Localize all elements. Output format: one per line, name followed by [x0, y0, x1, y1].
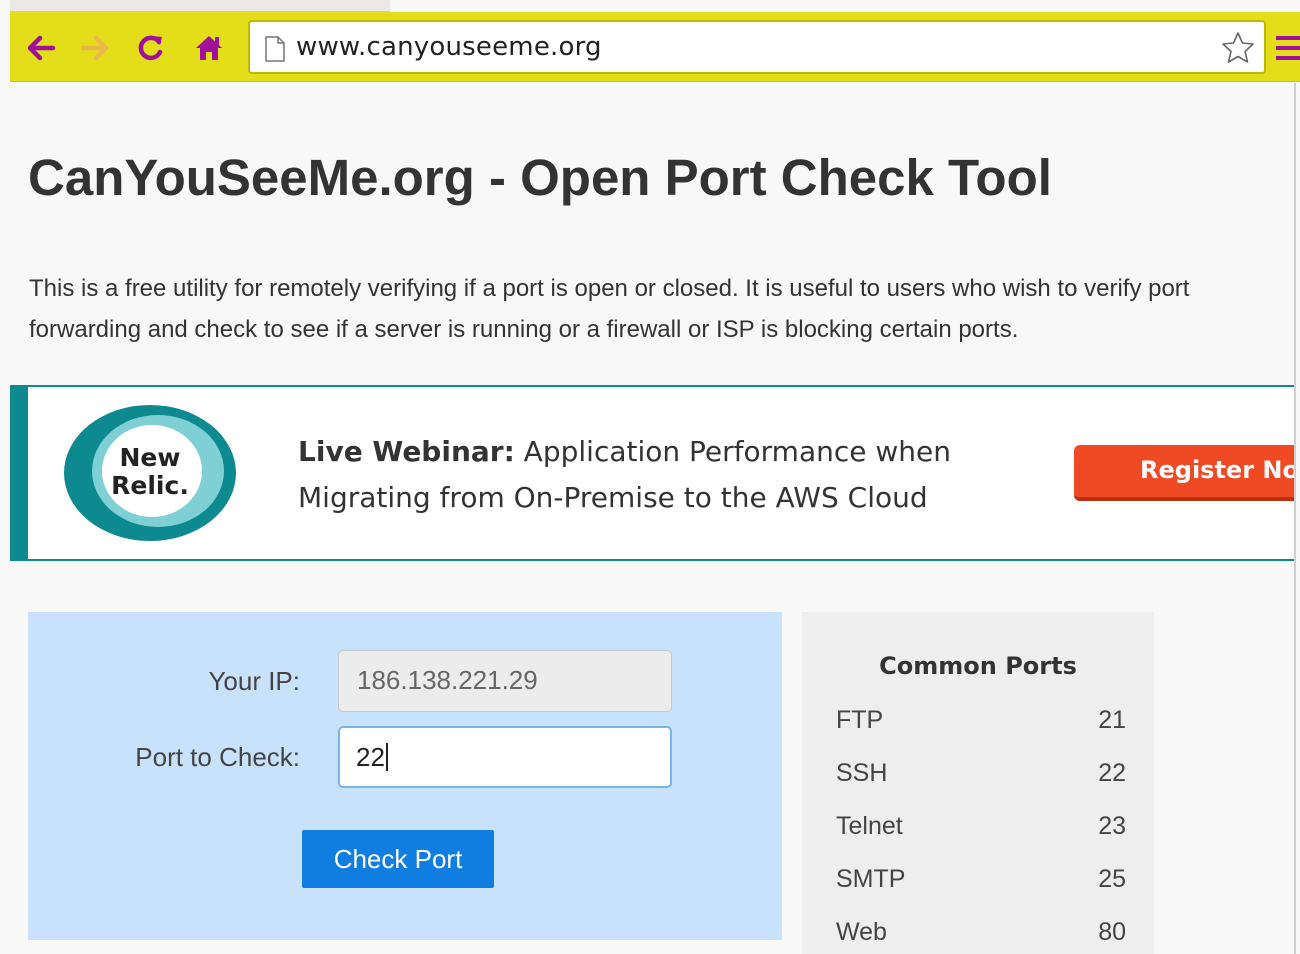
- logo-text-line-2: Relic.: [111, 471, 189, 500]
- bookmark-star-icon[interactable]: [1220, 30, 1256, 66]
- reload-button[interactable]: [134, 32, 168, 64]
- port-row-smtp[interactable]: SMTP 25: [836, 865, 1126, 905]
- port-row-ftp[interactable]: FTP 21: [836, 706, 1126, 746]
- browser-toolbar: www.canyouseeme.org: [10, 12, 1300, 82]
- window-edge: [1294, 83, 1296, 954]
- port-number: 23: [1098, 812, 1126, 840]
- intro-line-2: forwarding and check to see if a server …: [29, 316, 1019, 343]
- back-icon: [27, 35, 56, 61]
- port-row-ssh[interactable]: SSH 22: [836, 759, 1126, 799]
- port-number: 21: [1098, 706, 1126, 734]
- port-name: Telnet: [836, 812, 903, 840]
- back-button[interactable]: [24, 32, 58, 64]
- menu-icon: [1276, 36, 1300, 60]
- port-check-form: Your IP: 186.138.221.29 Port to Check: 2…: [28, 612, 782, 940]
- common-ports-title: Common Ports: [879, 652, 1077, 680]
- intro-line-1: This is a free utility for remotely veri…: [29, 275, 1190, 302]
- url-text: www.canyouseeme.org: [296, 32, 602, 62]
- advertisement-banner[interactable]: New Relic. Live Webinar: Application Per…: [10, 385, 1294, 561]
- home-button[interactable]: [192, 32, 226, 64]
- port-number: 80: [1098, 918, 1126, 946]
- intro-text: This is a free utility for remotely veri…: [29, 268, 1293, 350]
- ip-label: Your IP:: [208, 666, 300, 696]
- port-row-telnet[interactable]: Telnet 23: [836, 812, 1126, 852]
- home-icon: [196, 36, 222, 60]
- ad-headline-rest: Application Performance when: [514, 435, 951, 468]
- forward-button[interactable]: [78, 32, 112, 64]
- logo-text-line-1: New: [120, 443, 181, 472]
- tab-strip: [0, 0, 1300, 12]
- common-ports-panel: Common Ports FTP 21 SSH 22 Telnet 23 SMT…: [802, 612, 1154, 954]
- ad-headline: Live Webinar: Application Performance wh…: [298, 429, 1018, 521]
- check-port-button[interactable]: Check Port: [302, 830, 494, 888]
- port-row-web[interactable]: Web 80: [836, 918, 1126, 954]
- port-name: SSH: [836, 759, 888, 787]
- text-caret: [385, 743, 388, 771]
- ip-field[interactable]: 186.138.221.29: [338, 650, 672, 712]
- forward-icon: [80, 35, 109, 61]
- page-icon: [265, 36, 285, 62]
- address-bar[interactable]: www.canyouseeme.org: [248, 20, 1266, 74]
- port-name: SMTP: [836, 865, 906, 893]
- ad-headline-bold: Live Webinar:: [298, 435, 515, 468]
- port-input[interactable]: 22: [338, 726, 672, 788]
- port-name: FTP: [836, 706, 884, 734]
- page-title: CanYouSeeMe.org - Open Port Check Tool: [28, 149, 1052, 206]
- active-tab[interactable]: [10, 0, 390, 12]
- port-label: Port to Check:: [135, 742, 300, 772]
- port-value: 22: [356, 742, 385, 772]
- menu-button[interactable]: [1276, 34, 1300, 62]
- port-number: 25: [1098, 865, 1126, 893]
- register-now-button[interactable]: Register Now: [1074, 445, 1294, 501]
- port-number: 22: [1098, 759, 1126, 787]
- ad-headline-line-2: Migrating from On-Premise to the AWS Clo…: [298, 481, 928, 514]
- port-name: Web: [836, 918, 887, 946]
- new-relic-logo-icon: New Relic.: [64, 405, 236, 541]
- reload-icon: [138, 35, 163, 61]
